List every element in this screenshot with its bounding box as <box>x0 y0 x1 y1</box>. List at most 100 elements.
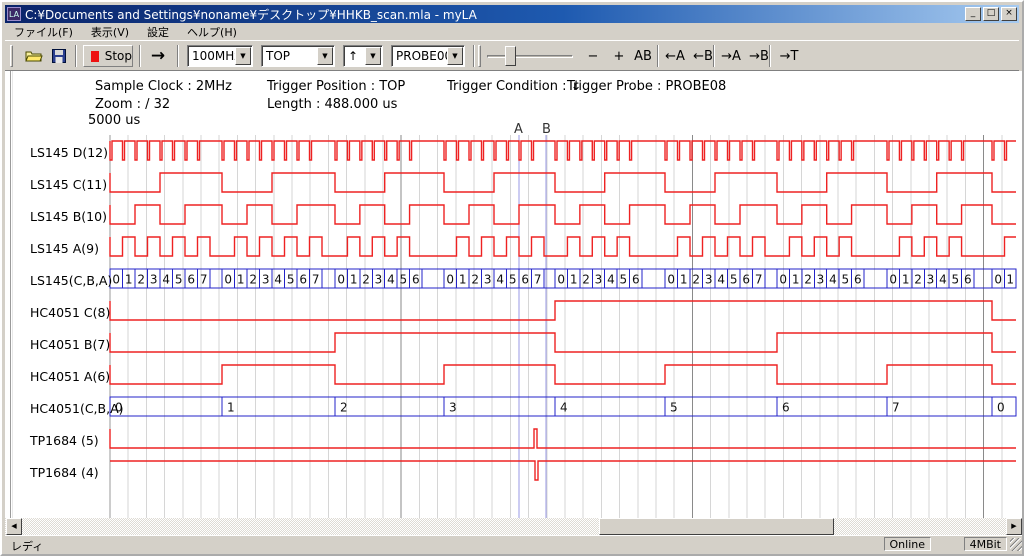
menu-item-3[interactable]: ヘルプ(H) <box>178 23 246 41</box>
menu-item-2[interactable]: 設定 <box>138 23 178 41</box>
trigger-edge-select[interactable]: ↑▼ <box>343 45 383 67</box>
menu-bar: ファイル(F)表示(V)設定ヘルプ(H) <box>5 23 1019 40</box>
close-button[interactable]: × <box>1001 7 1017 21</box>
svg-text:2: 2 <box>692 273 700 287</box>
svg-text:3: 3 <box>375 273 383 287</box>
svg-text:0: 0 <box>997 401 1005 415</box>
goto-trigger-button[interactable]: →T <box>777 44 801 68</box>
sample-clock-select[interactable]: 100MHz▼ <box>187 45 253 67</box>
svg-text:0: 0 <box>779 273 787 287</box>
toolbar-separator <box>177 45 179 67</box>
channel-ls145-b-10-wave <box>110 205 1016 224</box>
svg-text:5: 5 <box>620 273 628 287</box>
svg-text:7: 7 <box>312 273 320 287</box>
chevron-down-icon[interactable]: ▼ <box>235 47 251 65</box>
status-online-badge: Online <box>884 537 931 551</box>
next-a-button[interactable]: →A <box>719 44 743 68</box>
svg-text:5: 5 <box>287 273 295 287</box>
toolbar-separator <box>139 45 141 67</box>
maximize-button[interactable]: □ <box>983 7 999 21</box>
chevron-down-icon[interactable]: ▼ <box>447 47 463 65</box>
toolbar-grip[interactable] <box>478 45 481 67</box>
prev-b-button[interactable]: ←B <box>691 44 715 68</box>
minimize-button[interactable]: _ <box>965 7 981 21</box>
stop-label: Stop <box>105 49 132 63</box>
stop-icon <box>91 51 99 62</box>
toolbar-separator <box>769 45 771 67</box>
channel-tp1684-5-wave <box>110 429 1016 448</box>
svg-text:2: 2 <box>362 273 370 287</box>
svg-text:1: 1 <box>459 273 467 287</box>
svg-text:2: 2 <box>137 273 145 287</box>
toolbar-separator <box>75 45 77 67</box>
toolbar-separator <box>473 45 475 67</box>
waveform-client-area[interactable]: Sample Clock : 2MHz Trigger Position : T… <box>5 71 1023 521</box>
svg-text:1: 1 <box>680 273 688 287</box>
svg-text:0: 0 <box>224 273 232 287</box>
channel-ls145-b-10-label: LS145 B(10) <box>30 207 107 226</box>
svg-text:6: 6 <box>299 273 307 287</box>
trigger-position-select-value: TOP <box>266 49 290 63</box>
channel-ls145-c-11-wave <box>110 173 1016 192</box>
svg-text:4: 4 <box>274 273 282 287</box>
single-run-button[interactable]: → <box>145 44 171 68</box>
prev-a-button[interactable]: ←A <box>663 44 687 68</box>
svg-text:1: 1 <box>125 273 133 287</box>
svg-text:6: 6 <box>632 273 640 287</box>
svg-text:3: 3 <box>484 273 492 287</box>
channel-ls145-d-12-wave <box>110 141 1016 160</box>
trigger-position-select[interactable]: TOP ▼ <box>261 45 335 67</box>
zoom-slider-thumb[interactable] <box>505 46 516 66</box>
channel-hc4051-c-8-wave <box>110 301 1016 320</box>
svg-text:0: 0 <box>557 273 565 287</box>
svg-text:4: 4 <box>717 273 725 287</box>
horizontal-scrollbar[interactable]: ◀ ▶ <box>5 518 1023 535</box>
svg-text:5: 5 <box>842 273 850 287</box>
next-b-button[interactable]: →B <box>747 44 771 68</box>
svg-text:5: 5 <box>730 273 738 287</box>
svg-text:1: 1 <box>227 401 235 415</box>
channel-hc4051-a-6-label: HC4051 A(6) <box>30 367 110 386</box>
toolbar-grip[interactable] <box>10 45 13 67</box>
zoom-slider-track[interactable] <box>487 55 573 58</box>
menu-item-1[interactable]: 表示(V) <box>82 23 138 41</box>
title-bar[interactable]: LA C:¥Documents and Settings¥noname¥デスクト… <box>5 5 1019 23</box>
zoom-out-button[interactable]: − <box>581 44 605 68</box>
status-memory-badge: 4MBit <box>964 537 1007 551</box>
chevron-down-icon[interactable]: ▼ <box>365 47 381 65</box>
waveform-plot[interactable]: 0123456701234567012345601234567012345601… <box>5 71 1023 521</box>
menu-item-0[interactable]: ファイル(F) <box>5 23 82 41</box>
svg-text:6: 6 <box>412 273 420 287</box>
stop-button[interactable]: Stop <box>83 45 133 67</box>
channel-ls145-a-9-wave <box>110 237 1016 256</box>
channel-tp1684-5-label: TP1684 (5) <box>30 431 99 450</box>
svg-text:5: 5 <box>509 273 517 287</box>
chevron-down-icon[interactable]: ▼ <box>317 47 333 65</box>
save-file-button[interactable] <box>48 44 70 68</box>
ab-cursor-button[interactable]: AB <box>631 44 655 68</box>
svg-text:3: 3 <box>262 273 270 287</box>
svg-text:0: 0 <box>889 273 897 287</box>
scroll-left-button[interactable]: ◀ <box>6 518 22 535</box>
svg-text:7: 7 <box>200 273 208 287</box>
toolbar-separator <box>657 45 659 67</box>
open-file-button[interactable] <box>22 44 46 68</box>
sample-clock-select-value: 100MHz <box>192 49 241 63</box>
zoom-in-button[interactable]: + <box>607 44 631 68</box>
svg-text:5: 5 <box>400 273 408 287</box>
scroll-right-button[interactable]: ▶ <box>1006 518 1022 535</box>
svg-text:6: 6 <box>187 273 195 287</box>
svg-text:6: 6 <box>964 273 972 287</box>
scrollbar-thumb[interactable] <box>599 518 834 535</box>
resize-grip[interactable] <box>1010 538 1023 551</box>
svg-text:4: 4 <box>560 401 568 415</box>
channel-hc4051-c-8-label: HC4051 C(8) <box>30 303 110 322</box>
trigger-probe-select[interactable]: PROBE00▼ <box>391 45 465 67</box>
svg-text:3: 3 <box>927 273 935 287</box>
svg-text:2: 2 <box>804 273 812 287</box>
channel-ls145-c-b-a-bus: 0123456701234567012345601234567012345601… <box>110 269 1016 288</box>
channel-hc4051-a-6-wave <box>110 365 1016 384</box>
svg-text:2: 2 <box>914 273 922 287</box>
svg-text:1: 1 <box>902 273 910 287</box>
svg-text:2: 2 <box>582 273 590 287</box>
